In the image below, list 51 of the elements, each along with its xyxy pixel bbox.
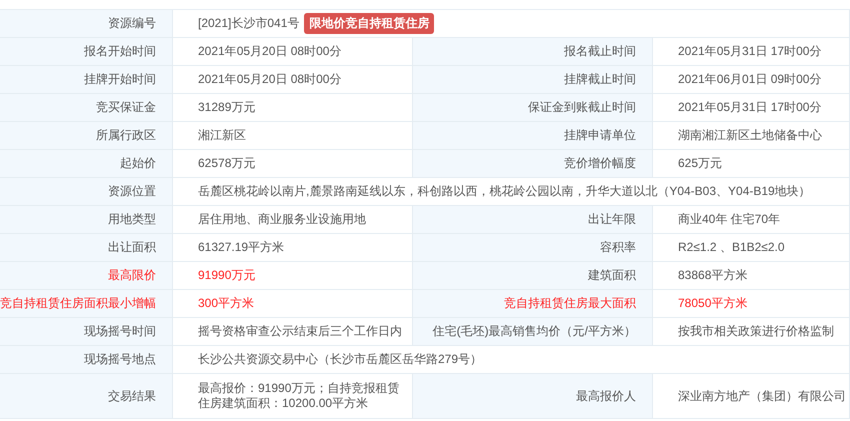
field-value: 2021年05月20日 08时00分 <box>198 44 342 59</box>
field-value: 61327.19平方米 <box>198 240 284 255</box>
field-value: 岳麓区桃花岭以南片,麓景路南延线以东，科创路以西，桃花岭公园以南，升华大道以北（Y04-B03、Y04-B19地块） <box>198 183 811 200</box>
field-label: 最高限价 <box>0 262 173 290</box>
field-label: 所属行政区 <box>0 122 173 150</box>
field-label: 竞自持租赁住房最大面积 <box>413 290 653 318</box>
field-label: 最高报价人 <box>413 374 653 419</box>
field-value: 300平方米 <box>198 296 254 311</box>
field-value: 商业40年 住宅70年 <box>678 211 780 228</box>
field-label: 住宅(毛坯)最高销售均价（元/平方米） <box>413 318 653 346</box>
field-value: 2021年05月20日 08时00分 <box>198 72 342 87</box>
field-label: 挂牌开始时间 <box>0 66 173 94</box>
field-value: 625万元 <box>678 155 722 172</box>
field-label: 报名截止时间 <box>413 38 653 66</box>
field-value: 31289万元 <box>198 100 256 115</box>
field-label: 挂牌截止时间 <box>413 66 653 94</box>
field-value: 按我市相关政策进行价格监制 <box>678 323 834 340</box>
field-value: 长沙公共资源交易中心（长沙市岳麓区岳华路279号） <box>198 351 482 368</box>
field-value: 2021年06月01日 09时00分 <box>678 71 822 88</box>
field-label: 现场摇号地点 <box>0 346 173 374</box>
field-value: 91990万元 <box>198 268 256 283</box>
field-label: 交易结果 <box>0 374 173 419</box>
field-label: 起始价 <box>0 150 173 178</box>
field-value: 83868平方米 <box>678 267 748 284</box>
field-label: 出让面积 <box>0 234 173 262</box>
field-value: 居住用地、商业服务业设施用地 <box>198 212 366 227</box>
field-value: 62578万元 <box>198 156 256 171</box>
field-label: 竞价增价幅度 <box>413 150 653 178</box>
field-label: 竞自持租赁住房面积最小增幅 <box>0 290 173 318</box>
field-label: 保证金到账截止时间 <box>413 94 653 122</box>
field-label: 资源位置 <box>0 178 173 206</box>
field-label: 建筑面积 <box>413 262 653 290</box>
field-label: 出让年限 <box>413 206 653 234</box>
field-value: R2≤1.2 、B1B2≤2.0 <box>678 239 785 256</box>
field-value: 最高报价：91990万元；自持竞报租赁住房建筑面积：10200.00平方米 <box>198 381 400 411</box>
field-value: 湖南湘江新区土地储备中心 <box>678 127 822 144</box>
field-label: 资源编号 <box>0 10 173 38</box>
field-value: 2021年05月31日 17时00分 <box>678 99 822 116</box>
field-label: 现场摇号时间 <box>0 318 173 346</box>
field-label: 容积率 <box>413 234 653 262</box>
field-value: 78050平方米 <box>678 295 748 312</box>
category-badge: 限地价竞自持租赁住房 <box>304 13 434 34</box>
field-value: 湘江新区 <box>198 128 246 143</box>
field-value: [2021]长沙市041号 <box>198 15 300 32</box>
field-value: 2021年05月31日 17时00分 <box>678 43 822 60</box>
field-label: 挂牌申请单位 <box>413 122 653 150</box>
field-label: 用地类型 <box>0 206 173 234</box>
field-label: 报名开始时间 <box>0 38 173 66</box>
field-value: 深业南方地产（集团）有限公司 <box>678 388 846 404</box>
field-label: 竞买保证金 <box>0 94 173 122</box>
field-value: 摇号资格审查公示结束后三个工作日内 <box>198 324 402 339</box>
